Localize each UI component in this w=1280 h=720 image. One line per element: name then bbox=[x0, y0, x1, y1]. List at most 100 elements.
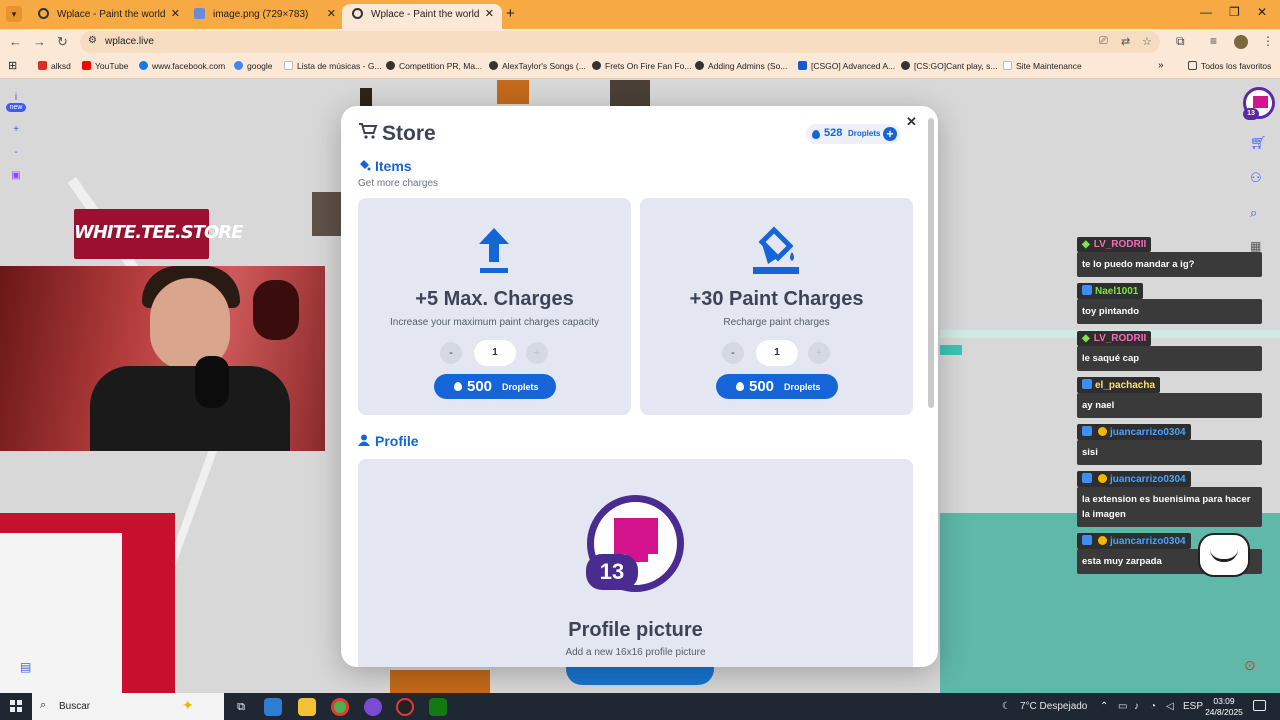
calculator-icon[interactable] bbox=[264, 698, 282, 716]
more-menu-icon[interactable]: ⋮ bbox=[1262, 34, 1274, 48]
quantity-field[interactable]: 1 bbox=[756, 340, 798, 366]
close-store-button[interactable]: ✕ bbox=[906, 114, 917, 130]
chat-message: ◆ LV_RODRII te lo puedo mandar a ig? bbox=[1077, 234, 1262, 277]
map-layers-icon[interactable]: ▤ bbox=[20, 660, 31, 674]
file-explorer-icon[interactable] bbox=[298, 698, 316, 716]
canvas-pixel-art bbox=[360, 88, 372, 106]
xbox-icon[interactable] bbox=[429, 698, 447, 716]
bookmark-star-icon[interactable]: ☆ bbox=[1142, 35, 1152, 48]
buy-max-charges-button[interactable]: 500 Droplets bbox=[434, 374, 556, 399]
taskbar-clock[interactable]: 03:09 24/8/2025 bbox=[1202, 696, 1246, 718]
windows-start-icon[interactable] bbox=[10, 700, 22, 712]
level-badge: 13 bbox=[1243, 108, 1259, 120]
items-heading: Items bbox=[358, 158, 412, 174]
quantity-field[interactable]: 1 bbox=[474, 340, 516, 366]
item-title: +5 Max. Charges bbox=[415, 288, 574, 310]
chat-message: juancarrizo0304 sisi bbox=[1077, 422, 1262, 465]
minimize-icon[interactable]: — bbox=[1200, 5, 1212, 19]
tray-chevron-icon[interactable]: ⌃ bbox=[1100, 701, 1108, 712]
more-bookmarks-chevron-icon[interactable]: » bbox=[1158, 60, 1164, 71]
extensions-icon[interactable]: ⧉ bbox=[1176, 34, 1185, 49]
item-card-paint-charges: +30 Paint Charges Recharge paint charges… bbox=[640, 198, 913, 415]
bookmark-item[interactable]: AlexTaylor's Songs (... bbox=[489, 61, 586, 71]
bookmark-item[interactable]: YouTube bbox=[82, 61, 128, 71]
increment-button[interactable]: + bbox=[526, 342, 548, 364]
bookmark-item[interactable]: [CS:GO]Cant play, s... bbox=[901, 61, 997, 71]
profile-avatar[interactable] bbox=[1234, 35, 1248, 49]
microphone-icon[interactable]: ♪ bbox=[1134, 701, 1139, 712]
browser-toolbar: ← → ↻ ⚙ wplace.live ⎚ ⇄ ☆ ⧉ ≡ ⋮ bbox=[0, 29, 1280, 55]
new-tab-icon[interactable]: + bbox=[506, 5, 515, 22]
all-favorites-folder[interactable]: Todos los favoritos bbox=[1188, 61, 1271, 71]
modal-scrollbar[interactable] bbox=[928, 118, 934, 408]
level-badge: 13 bbox=[586, 554, 638, 590]
close-tab-icon[interactable]: ✕ bbox=[485, 4, 494, 25]
zoom-in-icon[interactable]: + bbox=[6, 124, 26, 135]
task-view-icon[interactable]: ⧉ bbox=[232, 698, 250, 716]
close-tab-icon[interactable]: ✕ bbox=[171, 4, 180, 25]
tab-search-chevron-icon[interactable]: ▾ bbox=[6, 6, 22, 22]
media-control-icon[interactable]: ≡ bbox=[1210, 34, 1217, 48]
forward-icon[interactable]: → bbox=[33, 34, 46, 49]
close-tab-icon[interactable]: ✕ bbox=[327, 4, 336, 25]
globe-icon bbox=[352, 8, 363, 19]
explore-icon[interactable]: ⊙ bbox=[1244, 657, 1256, 674]
reload-icon[interactable]: ↻ bbox=[57, 34, 68, 50]
app-icon[interactable] bbox=[364, 698, 382, 716]
network-icon[interactable]: ◔ bbox=[1150, 701, 1156, 712]
obs-icon[interactable] bbox=[396, 698, 414, 716]
bookmark-item[interactable]: alksd bbox=[38, 61, 71, 71]
close-window-icon[interactable]: ✕ bbox=[1257, 5, 1267, 19]
store-cart-icon[interactable]: 🛒︎ bbox=[1250, 135, 1267, 151]
droplet-icon bbox=[812, 130, 820, 139]
bookmark-item[interactable]: Frets On Fire Fan Fo... bbox=[592, 61, 691, 71]
tab-image-png[interactable]: image.png (729×783) ✕ bbox=[184, 4, 344, 29]
facebook-icon bbox=[139, 61, 148, 70]
weather-text[interactable]: 7°C Despejado bbox=[1020, 701, 1087, 712]
volume-icon[interactable]: ◁ bbox=[1166, 701, 1174, 712]
bookmark-item[interactable]: [CSGO] Advanced A... bbox=[798, 61, 895, 71]
zoom-out-icon[interactable]: - bbox=[6, 147, 26, 158]
bookmark-item[interactable]: google bbox=[234, 61, 273, 71]
increment-button[interactable]: + bbox=[808, 342, 830, 364]
bookmark-item[interactable]: Competition PR, Ma... bbox=[386, 61, 482, 71]
globe-icon bbox=[901, 61, 910, 70]
install-app-icon[interactable]: ⎚ bbox=[1099, 35, 1108, 48]
tab-wplace-1[interactable]: Wplace - Paint the world ✕ bbox=[28, 4, 188, 29]
search-location-icon[interactable]: ⌕ bbox=[1250, 205, 1257, 221]
windows-taskbar: ⌕ Buscar ✦ ⧉ ☾ 7°C Despejado ⌃ ▭ ♪ ◔ ◁ E… bbox=[0, 693, 1280, 720]
taskbar-search[interactable]: ⌕ Buscar ✦ bbox=[32, 693, 224, 720]
info-icon[interactable]: i bbox=[6, 92, 26, 103]
chrome-icon[interactable] bbox=[331, 698, 349, 716]
twitch-icon[interactable]: ▣ bbox=[6, 170, 26, 181]
tab-wplace-active[interactable]: Wplace - Paint the world ✕ bbox=[342, 4, 502, 29]
bookmark-item[interactable]: Lista de músicas - G... bbox=[284, 61, 382, 71]
tab-title: Wplace - Paint the world bbox=[57, 9, 166, 20]
back-icon[interactable]: ← bbox=[9, 34, 22, 49]
person-icon bbox=[358, 433, 372, 449]
translate-icon[interactable]: ⇄ bbox=[1121, 35, 1130, 48]
add-droplets-button[interactable]: + bbox=[883, 127, 897, 141]
apps-grid-icon[interactable]: ⊞ bbox=[8, 59, 17, 72]
decrement-button[interactable]: - bbox=[722, 342, 744, 364]
decrement-button[interactable]: - bbox=[440, 342, 462, 364]
notification-icon[interactable] bbox=[1253, 700, 1266, 711]
canvas-pixel-art bbox=[390, 670, 490, 693]
restore-icon[interactable]: ❐ bbox=[1229, 5, 1240, 19]
buy-paint-charges-button[interactable]: 500 Droplets bbox=[716, 374, 838, 399]
user-avatar-button[interactable]: 13 bbox=[1243, 87, 1275, 120]
leaderboard-icon[interactable]: ⚇ bbox=[1250, 170, 1262, 186]
item-title: +30 Paint Charges bbox=[689, 288, 864, 310]
address-bar[interactable]: ⚙ wplace.live ⎚ ⇄ ☆ bbox=[80, 31, 1160, 53]
paint-bucket-icon bbox=[640, 224, 913, 276]
bookmark-item[interactable]: Adding Admins (So... bbox=[695, 61, 787, 71]
bookmark-item[interactable]: Site Maintenance bbox=[1003, 61, 1082, 71]
droplet-icon bbox=[454, 382, 462, 391]
site-info-icon[interactable]: ⚙ bbox=[88, 35, 97, 46]
globe-icon bbox=[695, 61, 704, 70]
language-indicator[interactable]: ESP bbox=[1183, 701, 1203, 712]
bookmark-item[interactable]: www.facebook.com bbox=[139, 61, 225, 71]
url-text[interactable]: wplace.live bbox=[105, 36, 154, 47]
tray-icon[interactable]: ▭ bbox=[1118, 701, 1127, 712]
item-description: Recharge paint charges bbox=[723, 317, 830, 328]
